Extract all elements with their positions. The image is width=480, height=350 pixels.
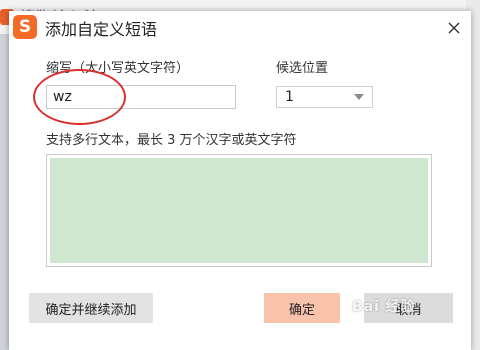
close-icon (448, 22, 460, 34)
cancel-button[interactable]: 取消 (364, 293, 453, 323)
sogou-logo-icon: S (13, 15, 37, 39)
content-textarea-fill (50, 158, 428, 263)
dialog-title: 添加自定义短语 (45, 20, 158, 39)
dialog-titlebar: S 添加自定义短语 (9, 11, 471, 47)
position-label: 候选位置 (276, 61, 329, 76)
position-select-value: 1 (285, 89, 294, 105)
ok-button[interactable]: 确定 (264, 293, 340, 323)
content-hint: 支持多行文本，最长 3 万个汉字或英文字符 (46, 133, 297, 148)
add-custom-phrase-dialog: S 添加自定义短语 缩写（大小写英文字符） 候选位置 1 支持多行文本，最长 3… (9, 11, 471, 350)
content-textarea[interactable] (46, 154, 432, 267)
ok-and-continue-button[interactable]: 确定并继续添加 (29, 293, 153, 323)
code-input[interactable] (46, 85, 236, 109)
close-button[interactable] (441, 15, 467, 41)
position-select[interactable]: 1 (276, 86, 373, 108)
chevron-down-icon (354, 94, 364, 100)
code-label: 缩写（大小写英文字符） (46, 61, 190, 76)
